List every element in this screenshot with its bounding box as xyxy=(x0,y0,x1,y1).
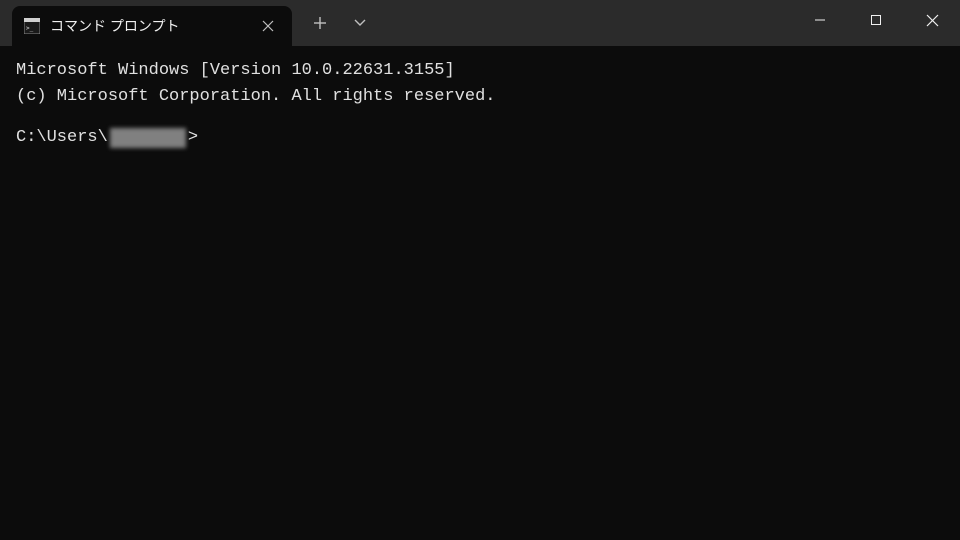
close-window-button[interactable] xyxy=(904,0,960,40)
tab-command-prompt[interactable]: >_ コマンド プロンプト xyxy=(12,6,292,46)
tab-dropdown-button[interactable] xyxy=(344,7,376,39)
minimize-button[interactable] xyxy=(792,0,848,40)
tab-actions xyxy=(304,7,376,39)
version-line: Microsoft Windows [Version 10.0.22631.31… xyxy=(16,58,944,84)
tab-close-button[interactable] xyxy=(256,14,280,38)
prompt-suffix: > xyxy=(188,125,198,151)
cmd-icon: >_ xyxy=(24,18,40,34)
terminal-output[interactable]: Microsoft Windows [Version 10.0.22631.31… xyxy=(0,46,960,540)
tab-title: コマンド プロンプト xyxy=(50,16,256,36)
new-tab-button[interactable] xyxy=(304,7,336,39)
titlebar: >_ コマンド プロンプト xyxy=(0,0,960,46)
prompt-line: C:\Users\ > xyxy=(16,125,944,151)
redacted-username xyxy=(110,128,186,148)
prompt-prefix: C:\Users\ xyxy=(16,125,108,151)
window-controls xyxy=(792,0,960,40)
svg-text:>_: >_ xyxy=(26,25,34,32)
maximize-button[interactable] xyxy=(848,0,904,40)
copyright-line: (c) Microsoft Corporation. All rights re… xyxy=(16,84,944,110)
